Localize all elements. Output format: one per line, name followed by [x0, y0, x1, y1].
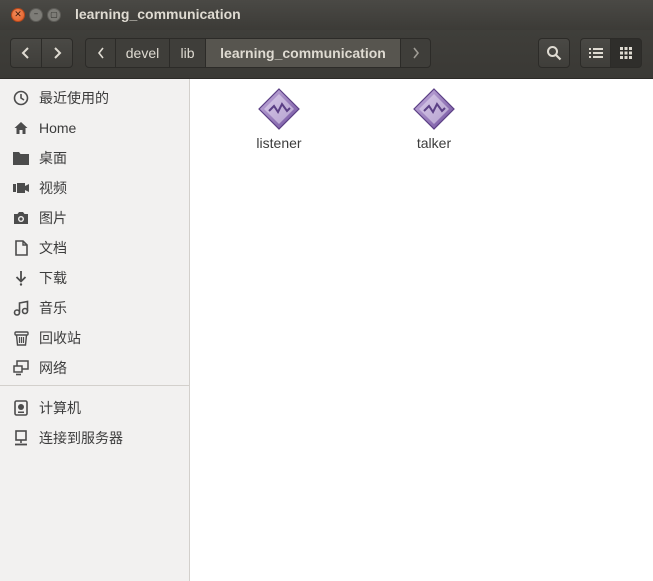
- file-view[interactable]: listener talker: [190, 79, 653, 581]
- camera-icon: [12, 209, 30, 227]
- chevron-left-icon: [21, 47, 29, 59]
- sidebar-item-downloads[interactable]: 下载: [0, 263, 189, 293]
- sidebar-item-documents[interactable]: 文档: [0, 233, 189, 263]
- chevron-right-icon: [54, 47, 62, 59]
- network-icon: [12, 359, 30, 377]
- path-segment-lib[interactable]: lib: [170, 39, 206, 67]
- sidebar-item-label: 图片: [39, 210, 67, 226]
- sidebar-item-label: 下载: [39, 270, 67, 286]
- home-icon: [12, 119, 30, 137]
- executable-icon: [258, 88, 300, 130]
- sidebar-item-label: Home: [39, 120, 77, 136]
- sidebar-item-computer[interactable]: 计算机: [0, 393, 189, 423]
- sidebar-item-desktop[interactable]: 桌面: [0, 143, 189, 173]
- back-button[interactable]: [10, 38, 42, 68]
- sidebar-item-connect-server[interactable]: 连接到服务器: [0, 423, 189, 453]
- sidebar-item-label: 连接到服务器: [39, 430, 123, 446]
- executable-icon: [413, 88, 455, 130]
- sidebar-item-label: 音乐: [39, 300, 67, 316]
- sidebar-item-music[interactable]: 音乐: [0, 293, 189, 323]
- file-manager-window: ✕ – ▢ learning_communication devel lib l…: [0, 0, 653, 581]
- search-button[interactable]: [538, 38, 570, 68]
- close-button[interactable]: ✕: [11, 8, 25, 22]
- music-icon: [12, 299, 30, 317]
- sidebar-item-recent[interactable]: 最近使用的: [0, 83, 189, 113]
- grid-view-icon: [620, 47, 632, 59]
- forward-button[interactable]: [41, 38, 73, 68]
- maximize-button[interactable]: ▢: [47, 8, 61, 22]
- chevron-left-icon: [97, 47, 104, 59]
- file-name: talker: [416, 135, 452, 151]
- toolbar: devel lib learning_communication: [0, 30, 653, 79]
- folder-icon: [12, 149, 30, 167]
- path-bar: devel lib learning_communication: [85, 38, 431, 68]
- sidebar-item-videos[interactable]: 视频: [0, 173, 189, 203]
- file-item[interactable]: listener: [234, 87, 324, 151]
- minimize-button[interactable]: –: [29, 8, 43, 22]
- sidebar-item-home[interactable]: Home: [0, 113, 189, 143]
- sidebar-item-label: 回收站: [39, 330, 81, 346]
- sidebar-item-label: 网络: [39, 360, 67, 376]
- path-segment-devel[interactable]: devel: [116, 39, 170, 67]
- grid-view-button[interactable]: [610, 38, 642, 68]
- sidebar-item-label: 文档: [39, 240, 67, 256]
- document-icon: [12, 239, 30, 257]
- file-name: listener: [256, 135, 302, 151]
- chevron-right-icon: [413, 47, 420, 59]
- download-icon: [12, 269, 30, 287]
- sidebar-item-trash[interactable]: 回收站: [0, 323, 189, 353]
- list-view-icon: [588, 48, 603, 58]
- sidebar-item-label: 桌面: [39, 150, 67, 166]
- search-icon: [547, 46, 562, 61]
- file-item[interactable]: talker: [389, 87, 479, 151]
- list-view-button[interactable]: [580, 38, 611, 68]
- title-bar[interactable]: ✕ – ▢ learning_communication: [0, 0, 653, 30]
- sidebar-item-pictures[interactable]: 图片: [0, 203, 189, 233]
- path-segment-current[interactable]: learning_communication: [206, 39, 401, 67]
- video-icon: [12, 179, 30, 197]
- sidebar-item-network[interactable]: 网络: [0, 353, 189, 383]
- sidebar-divider: [0, 385, 189, 386]
- computer-icon: [12, 399, 30, 417]
- path-scroll-right-button[interactable]: [401, 39, 430, 67]
- path-scroll-left-button[interactable]: [86, 39, 116, 67]
- connect-server-icon: [12, 429, 30, 447]
- window-title: learning_communication: [75, 6, 241, 22]
- sidebar-item-label: 视频: [39, 180, 67, 196]
- sidebar: 最近使用的 Home 桌面 视频 图片 文档 下载 音乐 回收站 网络 计算机 …: [0, 79, 190, 581]
- sidebar-item-label: 计算机: [39, 400, 81, 416]
- recent-icon: [12, 89, 30, 107]
- trash-icon: [12, 329, 30, 347]
- sidebar-item-label: 最近使用的: [39, 90, 109, 106]
